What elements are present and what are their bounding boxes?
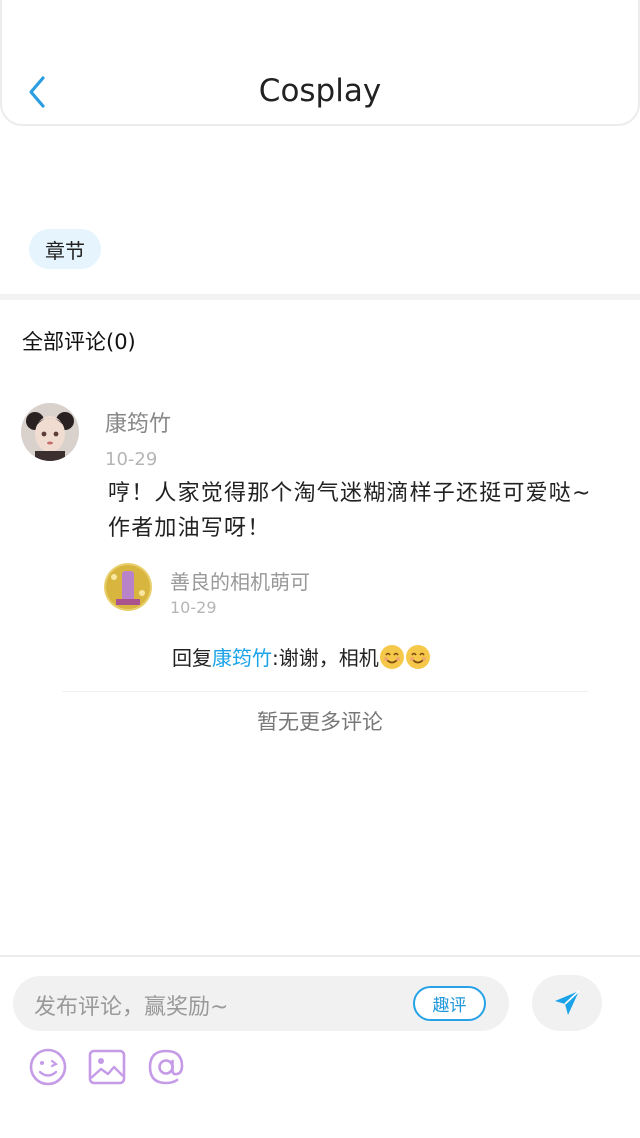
avatar[interactable] <box>104 563 152 611</box>
reply-target-link[interactable]: 康筠竹 <box>212 642 272 671</box>
reply-author[interactable]: 善良的相机萌可 <box>170 566 310 595</box>
emoji-icon <box>29 1048 67 1086</box>
at-icon <box>148 1049 184 1085</box>
emoji-button[interactable] <box>27 1046 69 1088</box>
send-icon <box>555 990 580 1015</box>
smile-emoji-icon <box>379 644 404 669</box>
comment-date: 10-29 <box>105 449 158 470</box>
comments-count-title: 全部评论(0) <box>22 330 136 354</box>
comment-text: 哼！人家觉得那个淘气迷糊滴样子还挺可爱哒~作者加油写呀！ <box>108 481 592 541</box>
smile-emoji-icon <box>405 644 430 669</box>
comment-input-placeholder: 发布评论，赢奖励~ <box>34 995 229 1020</box>
comment-author[interactable]: 康筠竹 <box>105 406 171 438</box>
mention-button[interactable] <box>145 1046 187 1088</box>
image-button[interactable] <box>86 1046 128 1088</box>
quping-button[interactable]: 趣评 <box>413 986 486 1021</box>
send-button[interactable] <box>532 975 602 1031</box>
reply-date: 10-29 <box>170 598 217 617</box>
reply-prefix: 回复 <box>172 646 212 670</box>
list-divider <box>62 691 588 692</box>
top-nav-bar: Cosplay <box>0 0 640 126</box>
reply-text: 回复 康筠竹 :谢谢，相机 <box>172 642 431 671</box>
comment-input[interactable]: 发布评论，赢奖励~ 趣评 <box>13 976 509 1031</box>
no-more-comments: 暂无更多评论 <box>257 710 383 734</box>
section-divider <box>0 294 640 300</box>
chapter-tag[interactable]: 章节 <box>29 229 101 269</box>
avatar[interactable] <box>21 403 79 461</box>
image-icon <box>88 1049 126 1085</box>
reply-body: :谢谢，相机 <box>272 646 379 670</box>
page-title: Cosplay <box>258 73 382 109</box>
